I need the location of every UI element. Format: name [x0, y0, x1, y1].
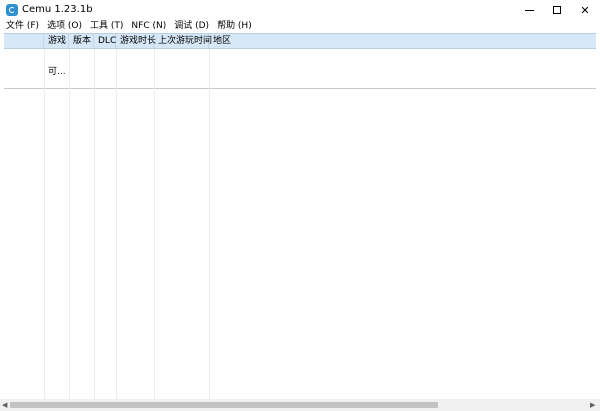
scrollbar-thumb[interactable] — [10, 402, 438, 408]
game-name-cell: 可... — [48, 67, 66, 77]
game-list-rows: 可... — [4, 49, 596, 89]
menu-bar: 文件 (F) 选项 (O) 工具 (T) NFC (N) 调试 (D) 帮助 (… — [0, 20, 600, 33]
column-divider — [209, 49, 210, 399]
column-divider — [116, 49, 117, 399]
minimize-icon — [524, 9, 534, 11]
game-list[interactable]: 游戏 版本 DLC 游戏时长 上次游玩时间 地区 可... — [4, 33, 596, 407]
column-header-version[interactable]: 版本 — [69, 34, 94, 48]
menu-file[interactable]: 文件 (F) — [6, 20, 39, 33]
menu-options[interactable]: 选项 (O) — [47, 20, 82, 33]
game-list-header: 游戏 版本 DLC 游戏时长 上次游玩时间 地区 — [4, 33, 596, 49]
close-button[interactable]: ✕ — [571, 0, 599, 20]
maximize-icon — [553, 6, 561, 14]
title-bar: Cemu 1.23.1b ✕ — [0, 0, 600, 20]
column-header-last-played[interactable]: 上次游玩时间 — [154, 34, 212, 48]
column-divider — [69, 49, 70, 399]
column-header-game[interactable]: 游戏 — [44, 34, 69, 48]
close-icon: ✕ — [580, 3, 590, 17]
menu-debug[interactable]: 调试 (D) — [174, 20, 209, 33]
column-header-playtime[interactable]: 游戏时长 — [116, 34, 156, 48]
minimize-button[interactable] — [515, 0, 543, 20]
window-title: Cemu 1.23.1b — [22, 4, 93, 15]
menu-help[interactable]: 帮助 (H) — [217, 20, 252, 33]
cemu-app-icon — [6, 4, 18, 16]
column-divider — [94, 49, 95, 399]
scroll-left-icon[interactable]: ◀ — [2, 401, 7, 409]
scroll-right-icon[interactable]: ▶ — [590, 401, 595, 409]
column-header-icon[interactable] — [4, 34, 44, 48]
column-divider — [154, 49, 155, 399]
menu-tools[interactable]: 工具 (T) — [90, 20, 123, 33]
column-divider — [44, 49, 45, 399]
menu-nfc[interactable]: NFC (N) — [131, 20, 166, 33]
horizontal-scrollbar[interactable]: ◀ ▶ — [0, 399, 600, 411]
column-header-region[interactable]: 地区 — [209, 34, 249, 48]
table-row[interactable]: 可... — [48, 64, 66, 77]
maximize-button[interactable] — [543, 0, 571, 20]
column-header-dlc[interactable]: DLC — [94, 34, 116, 48]
